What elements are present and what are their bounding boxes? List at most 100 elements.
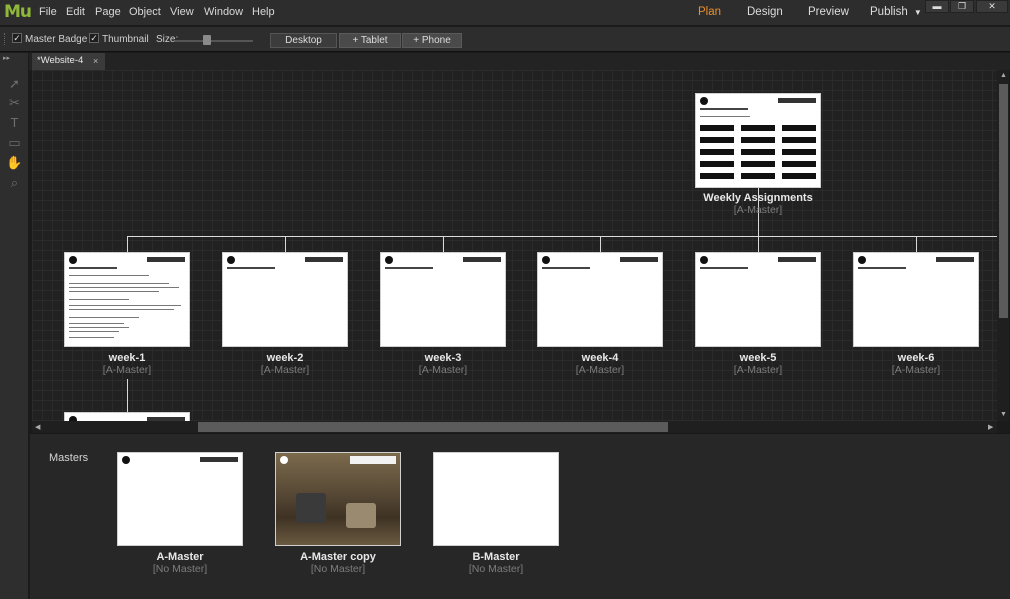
- scroll-up-icon[interactable]: ▲: [1000, 72, 1007, 79]
- rectangle-tool-icon[interactable]: ▭: [6, 135, 23, 151]
- close-window-button[interactable]: ✕: [976, 0, 1008, 13]
- thumbnail-checkbox[interactable]: ✓: [89, 33, 99, 43]
- tools-panel: ▸▸ ➚ ✂ T ▭ ✋ ⌕: [0, 53, 29, 599]
- page-master: [A-Master]: [575, 364, 625, 376]
- logo-icon: [542, 256, 550, 264]
- text-line: [69, 317, 139, 318]
- nav-bar: [858, 267, 906, 269]
- add-phone-button[interactable]: + Phone: [402, 33, 462, 48]
- page-thumbnail-week-2[interactable]: [222, 252, 348, 347]
- restore-button[interactable]: ❐: [950, 0, 974, 13]
- toolbar: ✓ Master Badge ✓ Thumbnail Size: Desktop…: [0, 27, 1010, 52]
- connector-line: [285, 236, 286, 252]
- chevron-down-icon: ▼: [913, 8, 922, 17]
- page-name: week-2: [266, 352, 304, 364]
- nav-bar: [385, 267, 433, 269]
- nav-bar: [542, 267, 590, 269]
- mode-publish[interactable]: Publish ▼: [870, 6, 922, 18]
- page-thumbnail-child[interactable]: [64, 412, 190, 421]
- vertical-scroll-thumb[interactable]: [999, 84, 1008, 318]
- master-badge-label: Master Badge: [25, 34, 88, 45]
- text-line: [69, 323, 124, 324]
- menu-file[interactable]: File: [39, 6, 57, 18]
- content-block: [782, 137, 816, 143]
- add-tablet-button[interactable]: + Tablet: [339, 33, 401, 48]
- scroll-down-icon[interactable]: ▼: [1000, 411, 1007, 418]
- nav-bar: [227, 267, 275, 269]
- hand-tool-icon[interactable]: ✋: [6, 155, 23, 171]
- menu-bar: Mu File Edit Page Object View Window Hel…: [0, 0, 1010, 26]
- app-logo: Mu: [4, 2, 32, 22]
- sitemap-canvas[interactable]: Weekly Assignments [A-Master] week-1 [A-…: [32, 70, 997, 421]
- connector-line: [443, 236, 444, 252]
- menu-object[interactable]: Object: [129, 6, 161, 18]
- connector-line: [600, 236, 601, 252]
- brand-mark: [936, 257, 974, 262]
- master-thumbnail-b-master[interactable]: [433, 452, 559, 546]
- menu-view[interactable]: View: [170, 6, 194, 18]
- brand-mark: [305, 257, 343, 262]
- grip-icon: [4, 33, 6, 45]
- menu-edit[interactable]: Edit: [66, 6, 85, 18]
- menu-page[interactable]: Page: [95, 6, 121, 18]
- page-thumbnail-week-1[interactable]: [64, 252, 190, 347]
- page-name: week-3: [424, 352, 462, 364]
- master-thumbnail-a-master[interactable]: [117, 452, 243, 546]
- logo-icon: [69, 256, 77, 264]
- crop-tool-icon[interactable]: ✂: [6, 95, 23, 111]
- page-thumbnail-weekly-assignments[interactable]: [695, 93, 821, 188]
- text-line: [700, 116, 750, 117]
- mode-plan[interactable]: Plan: [698, 6, 721, 18]
- content-block: [741, 149, 775, 155]
- logo-icon: [700, 97, 708, 105]
- master-badge-checkbox[interactable]: ✓: [12, 33, 22, 43]
- page-thumbnail-week-4[interactable]: [537, 252, 663, 347]
- page-thumbnail-week-6[interactable]: [853, 252, 979, 347]
- page-master: [A-Master]: [102, 364, 152, 376]
- collapse-icon[interactable]: ▸▸: [3, 54, 10, 62]
- minimize-button[interactable]: ▬: [925, 0, 949, 13]
- mode-preview[interactable]: Preview: [808, 6, 849, 18]
- scroll-right-icon[interactable]: ▶: [988, 423, 993, 431]
- text-line: [69, 287, 179, 288]
- page-name: week-4: [581, 352, 619, 364]
- logo-icon: [227, 256, 235, 264]
- scroll-left-icon[interactable]: ◀: [35, 423, 40, 431]
- menu-help[interactable]: Help: [252, 6, 275, 18]
- document-tab-bar: *Website-4 ×: [0, 53, 1010, 70]
- content-block: [741, 137, 775, 143]
- menu-window[interactable]: Window: [204, 6, 243, 18]
- photo-detail: [346, 503, 376, 528]
- desktop-button[interactable]: Desktop: [270, 33, 337, 48]
- zoom-tool-icon[interactable]: ⌕: [6, 175, 23, 191]
- close-icon[interactable]: ×: [93, 53, 98, 69]
- logo-icon: [280, 456, 288, 464]
- horizontal-scroll-thumb[interactable]: [198, 422, 668, 432]
- text-line: [69, 283, 169, 284]
- content-block: [700, 137, 734, 143]
- brand-mark: [620, 257, 658, 262]
- brand-mark: [463, 257, 501, 262]
- master-parent: [No Master]: [468, 563, 524, 575]
- text-line: [69, 337, 114, 338]
- text-line: [69, 291, 159, 292]
- page-thumbnail-week-5[interactable]: [695, 252, 821, 347]
- publish-label: Publish: [870, 6, 908, 18]
- brand-mark: [778, 257, 816, 262]
- content-block: [782, 125, 816, 131]
- mode-design[interactable]: Design: [747, 6, 783, 18]
- content-block: [741, 173, 775, 179]
- brand-mark: [778, 98, 816, 103]
- size-slider-handle[interactable]: [203, 35, 211, 45]
- page-thumbnail-week-3[interactable]: [380, 252, 506, 347]
- photo-detail: [296, 493, 326, 523]
- content-block: [700, 161, 734, 167]
- text-tool-icon[interactable]: T: [6, 115, 23, 131]
- selection-tool-icon[interactable]: ➚: [6, 76, 23, 92]
- text-line: [69, 305, 181, 306]
- master-thumbnail-a-master-copy[interactable]: [275, 452, 401, 546]
- size-slider[interactable]: [175, 40, 253, 42]
- logo-icon: [700, 256, 708, 264]
- master-parent: [No Master]: [152, 563, 208, 575]
- content-block: [782, 173, 816, 179]
